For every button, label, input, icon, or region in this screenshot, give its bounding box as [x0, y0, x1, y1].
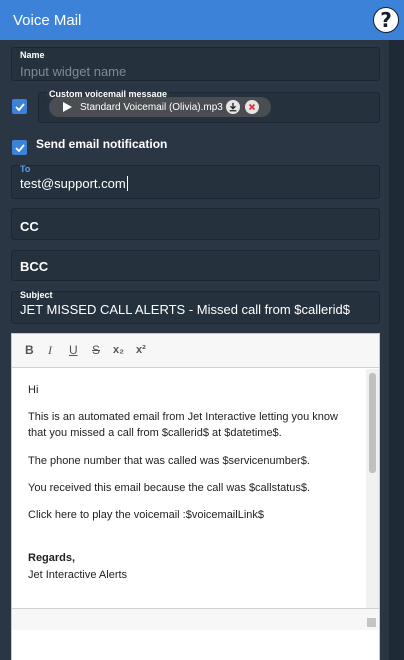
name-field[interactable]: Name Input widget name: [11, 47, 380, 81]
window-title: Voice Mail: [13, 11, 82, 29]
to-field[interactable]: To test@support.com: [11, 164, 380, 199]
email-notification-label: Send email notification: [36, 137, 168, 151]
cc-label: CC: [20, 219, 39, 234]
settings-panel: Name Input widget name Custom voicemail …: [0, 40, 389, 660]
subscript-button[interactable]: x₂: [113, 342, 124, 358]
play-icon[interactable]: [63, 102, 72, 112]
custom-message-checkbox[interactable]: [12, 99, 27, 114]
audio-filename: Standard Voicemail (Olivia).mp3: [80, 101, 223, 113]
subject-field[interactable]: Subject JET MISSED CALL ALERTS - Missed …: [11, 290, 380, 324]
body-greeting: Hi: [28, 384, 39, 396]
strikethrough-button[interactable]: S: [92, 342, 100, 358]
superscript-button[interactable]: x²: [136, 342, 146, 358]
audio-player: Standard Voicemail (Olivia).mp3: [49, 97, 271, 117]
bcc-field[interactable]: BCC: [11, 250, 380, 281]
to-input[interactable]: test@support.com: [20, 176, 128, 191]
check-icon: [14, 102, 25, 111]
remove-icon[interactable]: [244, 100, 259, 114]
editor-content[interactable]: Hi This is an automated email from Jet I…: [12, 369, 366, 608]
help-icon[interactable]: ?: [373, 7, 399, 33]
cc-field[interactable]: CC: [11, 208, 380, 240]
email-body-editor[interactable]: B I U S x₂ x² Hi This is an automated em…: [11, 333, 380, 660]
name-input[interactable]: Input widget name: [20, 64, 126, 79]
title-bar: Voice Mail: [0, 0, 404, 40]
editor-toolbar: B I U S x₂ x²: [12, 334, 379, 368]
check-icon: [14, 143, 25, 152]
download-icon[interactable]: [225, 100, 240, 114]
bold-button[interactable]: B: [25, 342, 34, 358]
underline-button[interactable]: U: [69, 342, 78, 358]
italic-button[interactable]: I: [48, 342, 52, 358]
to-label: To: [20, 164, 31, 174]
resize-grip-icon[interactable]: [367, 618, 376, 627]
body-line: You received this email because the call…: [28, 482, 311, 494]
subject-label: Subject: [20, 290, 53, 300]
scrollbar-thumb[interactable]: [369, 373, 376, 473]
voicemail-link-line[interactable]: Click here to play the voicemail :$voice…: [28, 507, 358, 523]
body-regards: Regards,: [28, 552, 76, 564]
window-edge: [389, 40, 404, 660]
body-signature: Jet Interactive Alerts: [28, 569, 128, 581]
body-line: The phone number that was called was $se…: [28, 455, 310, 467]
body-line: This is an automated email from Jet Inte…: [28, 411, 338, 439]
name-label: Name: [20, 50, 45, 60]
email-notification-checkbox[interactable]: [12, 140, 27, 155]
editor-scrollbar[interactable]: [366, 369, 379, 608]
bcc-label: BCC: [20, 259, 49, 274]
editor-statusbar: [12, 608, 379, 630]
subject-input[interactable]: JET MISSED CALL ALERTS - Missed call fro…: [20, 302, 350, 317]
